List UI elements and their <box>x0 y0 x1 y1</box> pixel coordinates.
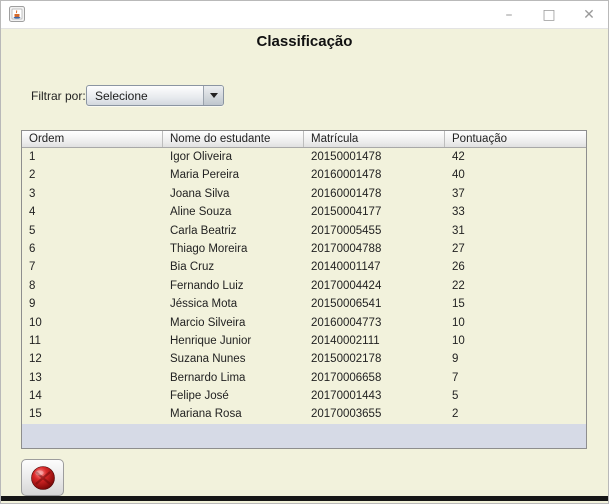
table-row[interactable]: 10 Marcio Silveira 20160004773 10 <box>22 314 586 332</box>
table-row[interactable]: 14 Felipe José 20170001443 5 <box>22 387 586 405</box>
table-cell: Igor Oliveira <box>170 151 232 163</box>
table-row[interactable]: 9 Jéssica Mota 20150006541 15 <box>22 295 586 313</box>
column-header[interactable]: Matrícula <box>304 131 445 147</box>
table-body: 1 Igor Oliveira 20150001478 42 2 Maria Pereir… <box>22 148 586 424</box>
table-cell: 20140001147 <box>311 261 381 274</box>
window-bottom-edge <box>1 496 608 501</box>
table-cell: 9 <box>29 298 36 311</box>
table-row[interactable]: 8 Fernando Luiz 20170004424 22 <box>22 277 586 295</box>
table-row[interactable]: 11 Henrique Junior 20140002111 10 <box>22 332 586 350</box>
table-cell: 6 <box>29 242 36 255</box>
table-cell: Jéssica Mota <box>170 298 238 311</box>
table-cell: 1 <box>29 151 36 163</box>
table-cell: 31 <box>452 224 465 237</box>
table-row[interactable]: 5 Carla Beatriz 20170005455 31 <box>22 222 586 240</box>
table-cell: 15 <box>452 298 465 311</box>
table-cell: 42 <box>452 151 465 163</box>
maximize-button[interactable]: □ <box>540 1 558 29</box>
table-cell: 20150006541 <box>311 298 382 311</box>
table-cell: 20150004177 <box>311 206 382 219</box>
column-header[interactable]: Pontuação <box>445 131 586 147</box>
title-bar: – □ ✕ <box>1 1 608 29</box>
table-empty-area <box>22 423 586 448</box>
table-row[interactable]: 2 Maria Pereira 20160001478 40 <box>22 166 586 184</box>
table-cell: 20170003655 <box>311 408 382 421</box>
table-header: Ordem Nome do estudante Matrícula Pontuação <box>22 131 586 148</box>
table-cell: 20160001478 <box>311 169 382 182</box>
table-cell: 40 <box>452 169 465 182</box>
table-cell: 8 <box>29 279 36 292</box>
close-button[interactable]: ✕ <box>580 1 598 29</box>
table-cell: 20160001478 <box>311 187 382 200</box>
table-cell: Felipe José <box>170 390 229 403</box>
app-window: – □ ✕ Classificação Filtrar por: Selecio… <box>0 0 609 504</box>
table-cell: 20150002178 <box>311 353 382 366</box>
table-cell: 9 <box>452 353 459 366</box>
table-cell: 10 <box>29 316 42 329</box>
table-cell: Bernardo Lima <box>170 371 246 384</box>
table-cell: Mariana Rosa <box>170 408 242 421</box>
java-app-icon <box>9 6 25 22</box>
window-controls: – □ ✕ <box>500 1 598 29</box>
table-cell: 33 <box>452 206 465 219</box>
red-orb-icon <box>30 465 55 490</box>
chevron-down-icon <box>203 86 223 105</box>
table-cell: Joana Silva <box>170 187 230 200</box>
table-cell: 15 <box>29 408 42 421</box>
table-cell: Thiago Moreira <box>170 242 248 255</box>
table-cell: 20140002111 <box>311 334 380 347</box>
table-cell: 20160004773 <box>311 316 382 329</box>
table-cell: Suzana Nunes <box>170 353 246 366</box>
table-cell: Marcio Silveira <box>170 316 246 329</box>
table-cell: 22 <box>452 279 465 292</box>
table-cell: 20170001443 <box>311 390 382 403</box>
table-row[interactable]: 15 Mariana Rosa 20170003655 2 <box>22 405 586 423</box>
table-row[interactable]: 4 Aline Souza 20150004177 33 <box>22 203 586 221</box>
exit-button[interactable] <box>21 459 64 496</box>
table-cell: Maria Pereira <box>170 169 240 182</box>
table-cell: 10 <box>452 316 465 329</box>
table-cell: 27 <box>452 242 465 255</box>
table-row[interactable]: 6 Thiago Moreira 20170004788 27 <box>22 240 586 258</box>
table-cell: Henrique Junior <box>170 334 252 347</box>
filter-label: Filtrar por: <box>31 89 86 103</box>
table-cell: 20170004788 <box>311 242 382 255</box>
table-cell: Bia Cruz <box>170 261 215 274</box>
table-cell: Fernando Luiz <box>170 279 244 292</box>
table-row[interactable]: 12 Suzana Nunes 20150002178 9 <box>22 350 586 368</box>
column-header[interactable]: Ordem <box>22 131 163 147</box>
filter-dropdown-value: Selecione <box>95 88 148 103</box>
table-cell: 7 <box>452 371 459 384</box>
table-cell: 11 <box>29 334 41 347</box>
table-cell: 5 <box>29 224 36 237</box>
table-cell: 20170004424 <box>311 279 382 292</box>
minimize-button[interactable]: – <box>500 1 518 29</box>
table-cell: Aline Souza <box>170 206 232 219</box>
table-cell: 7 <box>29 261 36 274</box>
table-cell: 10 <box>452 334 465 347</box>
table-row[interactable]: 13 Bernardo Lima 20170006658 7 <box>22 369 586 387</box>
page-title: Classificação <box>256 33 353 50</box>
column-header[interactable]: Nome do estudante <box>163 131 304 147</box>
table-cell: 2 <box>452 408 459 421</box>
table-cell: 5 <box>452 390 459 403</box>
table-cell: 20170006658 <box>311 371 382 384</box>
table-cell: 4 <box>29 206 36 219</box>
table-cell: 20150001478 <box>311 151 382 163</box>
table-row[interactable]: 3 Joana Silva 20160001478 37 <box>22 185 586 203</box>
table-cell: 2 <box>29 169 36 182</box>
table-cell: 14 <box>29 390 42 403</box>
filter-dropdown[interactable]: Selecione <box>86 85 224 106</box>
table-cell: 12 <box>29 353 42 366</box>
table-cell: 13 <box>29 371 42 384</box>
table-cell: 37 <box>452 187 465 200</box>
table-cell: Carla Beatriz <box>170 224 237 237</box>
table-row[interactable]: 7 Bia Cruz 20140001147 26 <box>22 258 586 276</box>
table-cell: 26 <box>452 261 465 274</box>
ranking-table: Ordem Nome do estudante Matrícula Pontuação… <box>21 130 587 449</box>
table-cell: 20170005455 <box>311 224 382 237</box>
table-row[interactable]: 1 Igor Oliveira 20150001478 42 <box>22 148 586 166</box>
table-cell: 3 <box>29 187 36 200</box>
